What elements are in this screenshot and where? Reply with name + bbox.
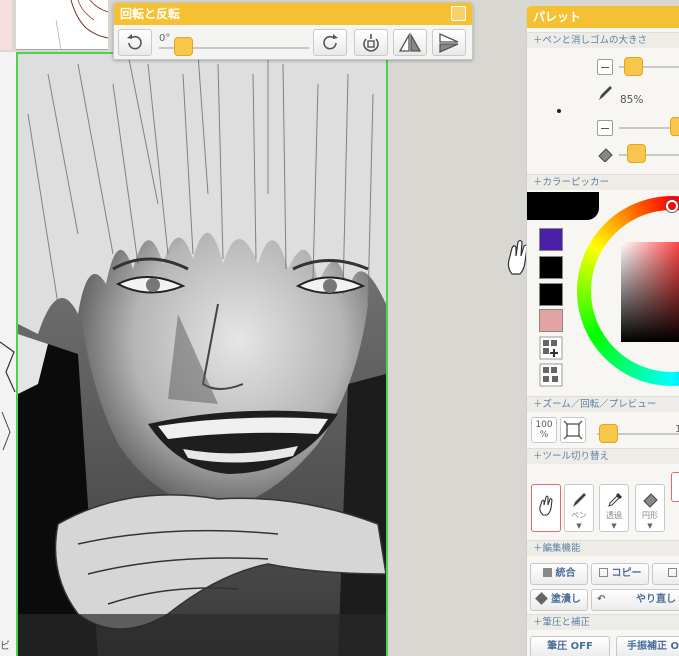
flip-horizontal-icon — [398, 32, 422, 52]
paste-button[interactable] — [652, 563, 679, 585]
top-sketch — [55, 0, 108, 50]
copy-icon — [598, 568, 608, 577]
color-swatch[interactable] — [539, 228, 563, 251]
section-edit[interactable]: ＋編集機能 — [527, 540, 679, 556]
flip-horizontal-button[interactable] — [393, 29, 427, 56]
flip-vertical-button[interactable] — [432, 29, 466, 56]
drawing-canvas[interactable] — [16, 52, 388, 656]
color-swatch[interactable] — [539, 309, 563, 332]
rotate-flip-window[interactable]: 回転と反転 0° — [113, 2, 473, 60]
reset-rotation-icon — [363, 33, 379, 52]
merge-icon — [542, 568, 552, 577]
bucket-icon — [535, 592, 548, 605]
hand-cursor-icon — [507, 239, 528, 275]
top-neighbor-sheet — [16, 0, 108, 50]
pen-icon — [573, 493, 586, 507]
pen-size-slider-knob[interactable] — [624, 57, 643, 76]
section-tool-switch[interactable]: ＋ツール切り替え — [527, 448, 679, 464]
rotate-right-button[interactable] — [313, 29, 347, 56]
redo-icon: ↶ — [597, 594, 606, 605]
stabilizer-toggle[interactable]: 手振補正 O — [616, 636, 679, 656]
close-window-button[interactable] — [451, 6, 466, 21]
tool-eraser-label: 円形 — [642, 511, 658, 520]
tool-hand[interactable] — [531, 484, 561, 532]
section-zoom[interactable]: ＋ズーム／回転／プレビュー — [527, 396, 679, 412]
flip-vertical-icon — [439, 32, 459, 53]
saturation-value-box[interactable] — [621, 242, 679, 342]
tool-transparent[interactable]: 透過 ▼ — [599, 484, 629, 532]
tool-pen-label: ペン — [571, 511, 587, 520]
hand-icon — [539, 495, 553, 516]
artwork — [18, 54, 386, 656]
rotation-slider-knob[interactable] — [174, 37, 193, 56]
fit-screen-button[interactable] — [560, 417, 586, 443]
redo-button[interactable]: ↶ やり直し — [591, 589, 679, 611]
canvas-area[interactable]: ビ — [0, 0, 528, 656]
zoom-100-button[interactable]: 100 % — [531, 417, 557, 443]
paste-icon — [667, 568, 677, 577]
tool-extra[interactable] — [671, 472, 679, 502]
brush-preview-dot — [557, 109, 561, 113]
tool-transparent-label: 透過 — [606, 511, 622, 520]
color-swatch[interactable] — [539, 256, 563, 279]
rotation-angle-value: 0° — [159, 33, 171, 44]
reset-rotation-button[interactable] — [354, 29, 388, 56]
add-swatch-icon[interactable] — [539, 336, 563, 360]
zoom-slider-knob[interactable] — [599, 424, 618, 443]
fill-button[interactable]: 塗潰し — [530, 589, 588, 611]
zoom-value: 1 — [675, 424, 679, 435]
eraser-icon — [643, 493, 658, 508]
rotate-window-titlebar[interactable]: 回転と反転 — [114, 3, 472, 25]
pen-size-decrease-button[interactable] — [597, 59, 613, 75]
eraser-icon — [598, 148, 613, 162]
swatch-settings-icon[interactable] — [539, 363, 563, 387]
eraser-size-decrease-button[interactable] — [597, 120, 613, 136]
rotate-window-title: 回転と反転 — [120, 7, 181, 21]
neighbor-sketch — [0, 341, 16, 451]
pen-icon — [599, 86, 612, 100]
rotate-ccw-icon — [127, 33, 142, 49]
section-color-picker[interactable]: ＋カラーピッカー — [527, 174, 679, 190]
chevron-down-icon: ▼ — [611, 522, 617, 530]
tool-eraser[interactable]: 円形 ▼ — [635, 484, 665, 532]
pen-opacity-value: 85% — [620, 94, 644, 106]
dropper-icon — [608, 492, 623, 507]
palette-titlebar[interactable]: パレット — [527, 6, 679, 28]
rotate-left-button[interactable] — [118, 29, 152, 56]
pressure-toggle[interactable]: 筆圧 OFF — [530, 636, 610, 656]
palette-title: パレット — [533, 10, 582, 24]
current-color-swatch[interactable] — [527, 192, 599, 220]
section-brush-size[interactable]: ＋ペンと消しゴムの大きさ — [527, 32, 679, 48]
opacity-slider-knob[interactable] — [670, 117, 679, 136]
merge-button[interactable]: 統合 — [530, 563, 588, 585]
fit-screen-icon — [563, 420, 583, 440]
eraser-size-slider-knob[interactable] — [627, 144, 646, 163]
palette-panel[interactable]: パレット ＋ペンと消しゴムの大きさ 85% ＋カラーピッカー ＋ズーム／回転／プ… — [526, 6, 679, 656]
hue-handle[interactable] — [666, 200, 678, 212]
neighbor-strip — [0, 0, 12, 50]
section-pressure[interactable]: ＋筆圧と補正 — [527, 614, 679, 630]
rotate-cw-icon — [323, 33, 338, 49]
tool-pen[interactable]: ペン ▼ — [564, 484, 594, 532]
color-swatch[interactable] — [539, 283, 563, 306]
copy-button[interactable]: コピー — [591, 563, 649, 585]
neighbor-sheet: ビ — [0, 52, 16, 656]
chevron-down-icon: ▼ — [647, 522, 653, 530]
neighbor-label: ビ — [0, 641, 10, 652]
chevron-down-icon: ▼ — [576, 522, 582, 530]
